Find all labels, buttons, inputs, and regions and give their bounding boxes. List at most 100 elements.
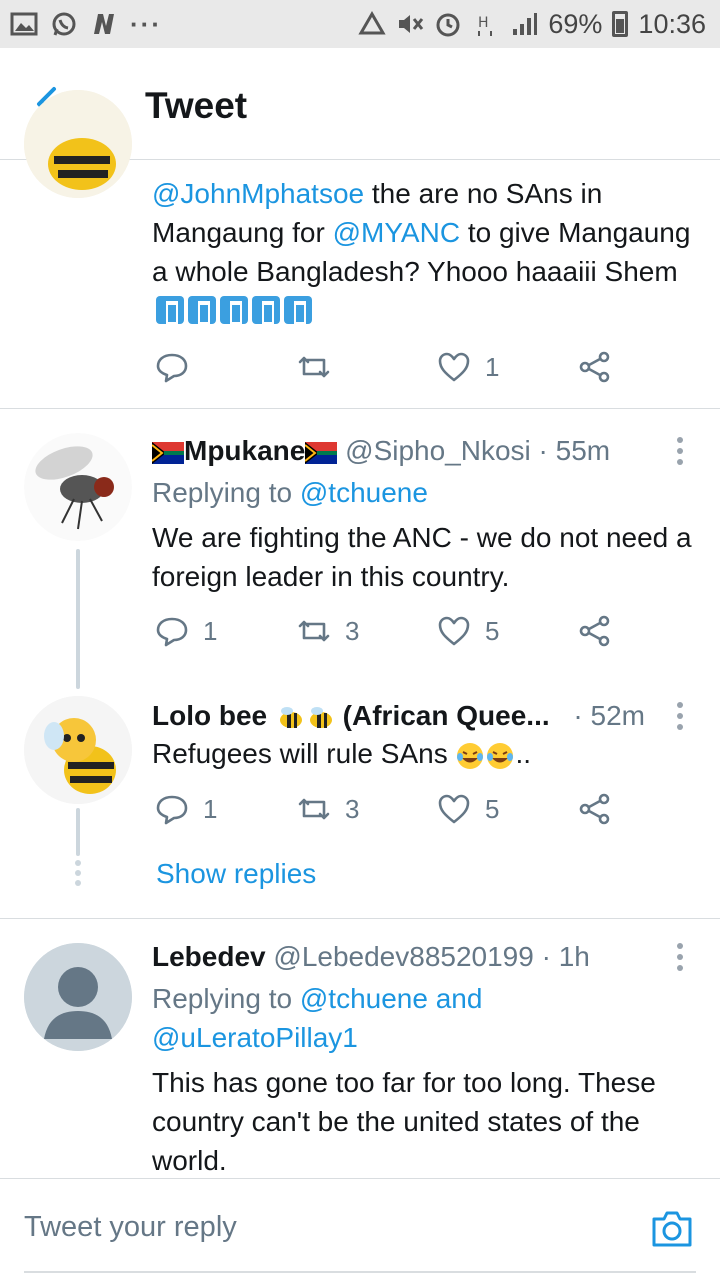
tweet-3[interactable]: Lebedev @Lebedev88520199 · 1h Replying t… (0, 919, 720, 1178)
retweet-count: 3 (345, 615, 360, 646)
mention-link[interactable]: @JohnMphatsoe (152, 178, 364, 209)
camera-icon[interactable] (650, 1209, 694, 1249)
tweet-meta: Mpukane @Sipho_Nkosi · 55m (152, 433, 610, 469)
avatar[interactable] (24, 433, 132, 541)
avatar[interactable] (24, 943, 132, 1051)
like-count: 1 (485, 351, 500, 382)
tweet-1[interactable]: Mpukane @Sipho_Nkosi · 55m Replying to @… (0, 409, 720, 689)
reply-icon (156, 353, 188, 383)
battery-icon (612, 11, 629, 37)
svg-text:H: H (478, 15, 489, 31)
mention-link[interactable]: @MYANC (333, 217, 460, 248)
tweet-0[interactable]: @JohnMphatsoe the are no SAns in Mangaun… (0, 90, 720, 408)
clock: 10:36 (638, 8, 706, 39)
retweet-button[interactable] (297, 350, 331, 384)
trash-emoji-icon (252, 296, 280, 324)
display-name[interactable]: Lebedev (152, 941, 266, 972)
tweet-actions: 1 3 5 (0, 614, 720, 654)
retweet-icon (298, 356, 330, 378)
heart-icon (438, 352, 470, 382)
more-options-icon[interactable] (670, 700, 690, 730)
username[interactable]: @Lebedev88520199 (273, 941, 533, 972)
default-avatar-icon (24, 943, 132, 1051)
like-button[interactable]: 1 (437, 350, 499, 384)
avatar[interactable] (24, 90, 132, 198)
like-button[interactable]: 5 (437, 792, 499, 826)
trash-emoji-icon (156, 296, 184, 324)
share-icon (579, 615, 610, 647)
bee-emoji-icon (279, 706, 302, 728)
trash-emoji-icon (220, 296, 248, 324)
show-replies-link[interactable]: Show replies (156, 858, 316, 890)
display-name[interactable]: Mpukane (184, 435, 305, 466)
share-icon (579, 351, 610, 383)
timestamp: · 55m (538, 435, 611, 466)
username[interactable]: @Sipho_Nkosi (345, 435, 531, 466)
recycle-icon (358, 11, 386, 35)
retweet-icon (298, 620, 330, 642)
heart-icon (438, 794, 470, 824)
like-button[interactable]: 5 (437, 614, 499, 648)
reply-input[interactable]: Tweet your reply (24, 1211, 237, 1244)
mute-icon (399, 15, 424, 33)
reply-composer: Tweet your reply (0, 1178, 720, 1280)
mention-link[interactable]: @tchuene (300, 477, 428, 508)
more-options-icon[interactable] (670, 435, 690, 465)
heart-icon (438, 616, 470, 646)
south-africa-flag-icon (305, 441, 338, 464)
h-plus-icon: H (478, 15, 493, 36)
more-notifications: ··· (130, 8, 162, 39)
page-title: Tweet (145, 85, 248, 126)
timestamp: · 1h (541, 941, 590, 972)
share-icon (579, 793, 610, 825)
bee-avatar-icon (24, 90, 132, 198)
more-options-icon[interactable] (670, 941, 690, 971)
whatsapp-icon (52, 12, 76, 36)
laughing-tears-emoji-icon (487, 742, 514, 769)
reply-button[interactable] (155, 350, 189, 384)
mention-link[interactable]: @tchuene and (300, 983, 483, 1014)
status-bar: ··· H 69% 10:36 (0, 0, 720, 48)
replying-to: Replying to @tchuene and @uLeratoPillay1 (152, 983, 483, 1053)
reply-icon (156, 617, 188, 647)
tweet-2[interactable]: Lolo bee (African Quee... · 52m Refugees… (0, 680, 720, 918)
bee-avatar-icon (24, 696, 132, 804)
reply-underline (24, 1271, 696, 1273)
signal-icon (513, 13, 538, 35)
mention-link[interactable]: @uLeratoPillay1 (152, 1022, 358, 1053)
south-africa-flag-icon (152, 441, 184, 464)
reply-button[interactable]: 1 (155, 614, 217, 648)
tweet-meta: Lebedev @Lebedev88520199 · 1h (152, 939, 590, 975)
retweet-button[interactable]: 3 (297, 792, 359, 826)
retweet-button[interactable]: 3 (297, 614, 359, 648)
reply-count: 1 (203, 615, 218, 646)
display-name[interactable]: Lolo bee (African Quee... (152, 700, 550, 731)
retweet-icon (298, 798, 330, 820)
alarm-icon (436, 13, 460, 37)
thread-continuation-dots (75, 860, 81, 890)
reply-icon (156, 795, 188, 825)
fly-avatar-icon (24, 433, 132, 541)
bee-emoji-icon (309, 706, 332, 728)
tweet-text: Refugees will rule SAns .. (152, 738, 532, 769)
trash-emoji-icon (284, 296, 312, 324)
reply-button[interactable]: 1 (155, 792, 217, 826)
laughing-tears-emoji-icon (457, 742, 484, 769)
tweet-meta: Lolo bee (African Quee... · 52m (152, 698, 645, 734)
avatar[interactable] (24, 696, 132, 804)
tweet-actions: 1 3 5 (0, 792, 720, 832)
share-button[interactable] (578, 792, 612, 826)
replying-to: Replying to @tchuene (152, 477, 428, 508)
tweet-actions: 1 (0, 350, 720, 390)
like-count: 5 (485, 615, 500, 646)
like-count: 5 (485, 793, 500, 824)
battery-percentage: 69% (548, 8, 603, 39)
timestamp: · 52m (573, 700, 645, 731)
tweet-text: We are fighting the ANC - we do not need… (152, 522, 692, 592)
trash-emoji-icon (188, 296, 216, 324)
share-button[interactable] (578, 350, 612, 384)
share-button[interactable] (578, 614, 612, 648)
gallery-icon (10, 12, 38, 36)
tweet-text: This has gone too far for too long. Thes… (152, 1067, 656, 1176)
reply-count: 1 (203, 793, 218, 824)
